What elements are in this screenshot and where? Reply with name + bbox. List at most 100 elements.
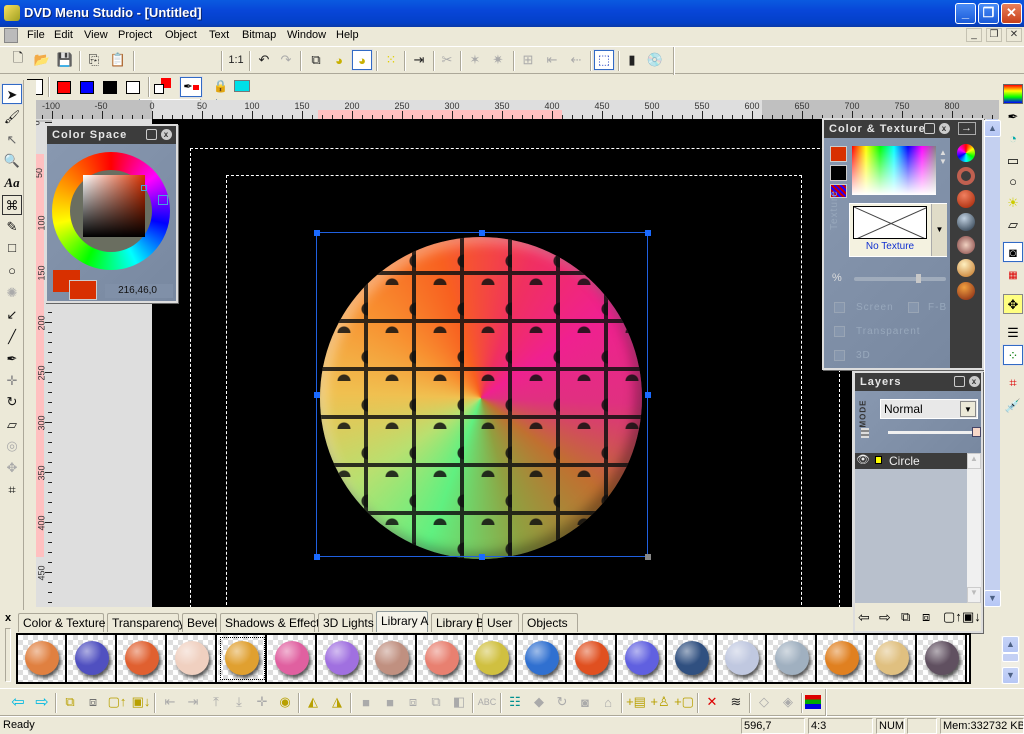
doc-icon[interactable]	[4, 28, 18, 43]
new-icon[interactable]: 🗋	[8, 50, 28, 70]
3d-checkbox[interactable]	[834, 350, 845, 361]
tab-color-texture[interactable]: Color & Texture	[18, 613, 105, 632]
ungroup-icon[interactable]: ◕	[329, 50, 349, 70]
sv-cursor[interactable]	[141, 185, 147, 191]
swap-colors-icon[interactable]	[154, 78, 172, 96]
align-top-icon[interactable]: ⤒	[206, 692, 226, 712]
library-item-maple-leaf[interactable]	[168, 635, 217, 682]
chevron-down-icon[interactable]: ▼	[931, 204, 947, 256]
plane-icon[interactable]: ▱	[1003, 215, 1023, 235]
fill-style-metal[interactable]	[957, 213, 975, 231]
menu-help[interactable]: Help	[336, 29, 359, 41]
library-item-rock[interactable]	[918, 635, 967, 682]
add-button-icon[interactable]: +▤	[626, 692, 646, 712]
library-vscroll[interactable]: ▲ ▼	[1001, 636, 1020, 684]
tab-grip[interactable]	[5, 628, 11, 682]
library-item-blue-marble[interactable]	[668, 635, 717, 682]
curve-icon[interactable]: ↙	[2, 305, 22, 325]
paste-icon[interactable]: 📋	[108, 50, 128, 70]
redo-icon[interactable]: ↷	[276, 50, 296, 70]
magnify-node-icon[interactable]: ◎	[2, 436, 22, 456]
eyedropper-fill-icon[interactable]: ✒	[179, 76, 203, 98]
library-item-blue-water[interactable]	[518, 635, 567, 682]
palette-icon[interactable]	[1003, 84, 1023, 104]
node-icon[interactable]: ✛	[2, 371, 22, 391]
outline-color-swatch[interactable]	[830, 165, 847, 181]
align-icon[interactable]: ⊞	[518, 50, 538, 70]
transform-icon[interactable]: ✥	[2, 458, 22, 478]
fill-style-star[interactable]	[957, 236, 975, 254]
lock-icon[interactable]: 🔒	[213, 79, 229, 95]
swatches-icon[interactable]: ▦	[1003, 266, 1023, 286]
library-item-camo-yellow[interactable]	[468, 635, 517, 682]
library-item-dot-grid[interactable]	[368, 635, 417, 682]
rotate-icon[interactable]: ↻	[2, 392, 22, 412]
opacity-slider[interactable]	[888, 427, 981, 437]
fill-color-swatch[interactable]	[830, 146, 847, 162]
button-links-icon[interactable]: ☷	[505, 692, 525, 712]
center-icon[interactable]: ✛	[252, 692, 272, 712]
right-vscroll[interactable]: ▲ ▼	[984, 120, 1001, 607]
text-tool-icon[interactable]: Aa	[2, 173, 22, 193]
grid-icon[interactable]: ⁙	[381, 50, 401, 70]
skew-icon[interactable]: ▱	[2, 415, 22, 435]
line-icon[interactable]: ╱	[2, 327, 22, 347]
center-page-icon[interactable]: ◉	[275, 692, 295, 712]
rectangle-icon[interactable]: □	[2, 238, 22, 258]
saturation-square[interactable]	[83, 175, 145, 237]
magic-icon[interactable]: ✶	[465, 50, 485, 70]
menu-text[interactable]: Text	[209, 29, 229, 41]
arrow-right-icon[interactable]: ⇨	[32, 692, 52, 712]
handle-l[interactable]	[314, 392, 320, 398]
tab-library-b[interactable]: Library B	[431, 613, 484, 632]
close-icon[interactable]: x	[969, 376, 980, 387]
fill-style-ring[interactable]	[957, 167, 975, 185]
burn-icon[interactable]: 💿	[645, 50, 665, 70]
snap-icon[interactable]: ⇥	[409, 50, 429, 70]
library-item-copper-ball[interactable]	[18, 635, 67, 682]
align-left-icon[interactable]: ⇤	[542, 50, 562, 70]
hue-cursor[interactable]	[158, 195, 168, 205]
expand-arrow-icon[interactable]: →	[958, 122, 976, 135]
move-up-icon[interactable]: ▢↑	[943, 609, 962, 625]
handle-b[interactable]	[479, 554, 485, 560]
dots-icon[interactable]: ⁘	[1002, 344, 1024, 366]
library-item-noise[interactable]	[768, 635, 817, 682]
scroll-up-icon[interactable]: ▲	[967, 453, 981, 469]
pen-icon[interactable]: ✒	[2, 349, 22, 369]
layer-scrollbar[interactable]: ▲ ▼	[967, 453, 981, 603]
undo-icon[interactable]: ↶	[254, 50, 274, 70]
color-space-header[interactable]: Color Space x	[47, 126, 176, 144]
shadow-icon[interactable]: ◙	[1002, 241, 1024, 263]
group-icon[interactable]: ⧉	[306, 50, 326, 70]
node-select-icon[interactable]: ↖	[2, 130, 22, 150]
copy-icon[interactable]: ⎘	[84, 50, 104, 70]
texture-selector[interactable]: No Texture ▼	[849, 203, 947, 257]
menu-object[interactable]: Object	[165, 29, 197, 41]
save-icon[interactable]: 💾	[55, 50, 75, 70]
scroll-up-icon[interactable]: ▲	[984, 120, 1001, 137]
exclude-icon[interactable]: ⧉	[426, 692, 446, 712]
spectrum-scroll-icon[interactable]: ▲ ▼	[939, 148, 947, 166]
layers-icon[interactable]: ☰	[1003, 323, 1023, 343]
menu-file[interactable]: File	[27, 29, 45, 41]
align-right-icon[interactable]: ⇤	[160, 692, 180, 712]
preview-icon[interactable]: ◇	[754, 692, 774, 712]
close-icon[interactable]: x	[161, 129, 172, 140]
ellipse-icon[interactable]: ○	[2, 261, 22, 281]
unlock-icon[interactable]	[875, 456, 882, 464]
align-left2-icon[interactable]: ⇥	[183, 692, 203, 712]
layers-header[interactable]: Layers x	[855, 373, 981, 391]
scroll-down-icon[interactable]: ▼	[1002, 667, 1019, 684]
flip-horizontal-icon[interactable]: ◭	[303, 692, 323, 712]
swatch-red[interactable]	[57, 81, 71, 94]
secondary-color-swatch[interactable]	[69, 280, 97, 300]
close-tabs-icon[interactable]: x	[5, 612, 15, 626]
tab-library-a[interactable]: Library A	[376, 611, 428, 632]
forward-one-icon[interactable]: ▢↑	[107, 692, 127, 712]
open-icon[interactable]: 📂	[32, 50, 52, 70]
chevron-down-icon[interactable]: ▼	[960, 401, 976, 417]
select-arrow-icon[interactable]: ➤	[1, 83, 23, 105]
add-highlight-icon[interactable]: +♙	[650, 692, 670, 712]
bring-front-icon[interactable]: ⧉	[901, 609, 910, 625]
